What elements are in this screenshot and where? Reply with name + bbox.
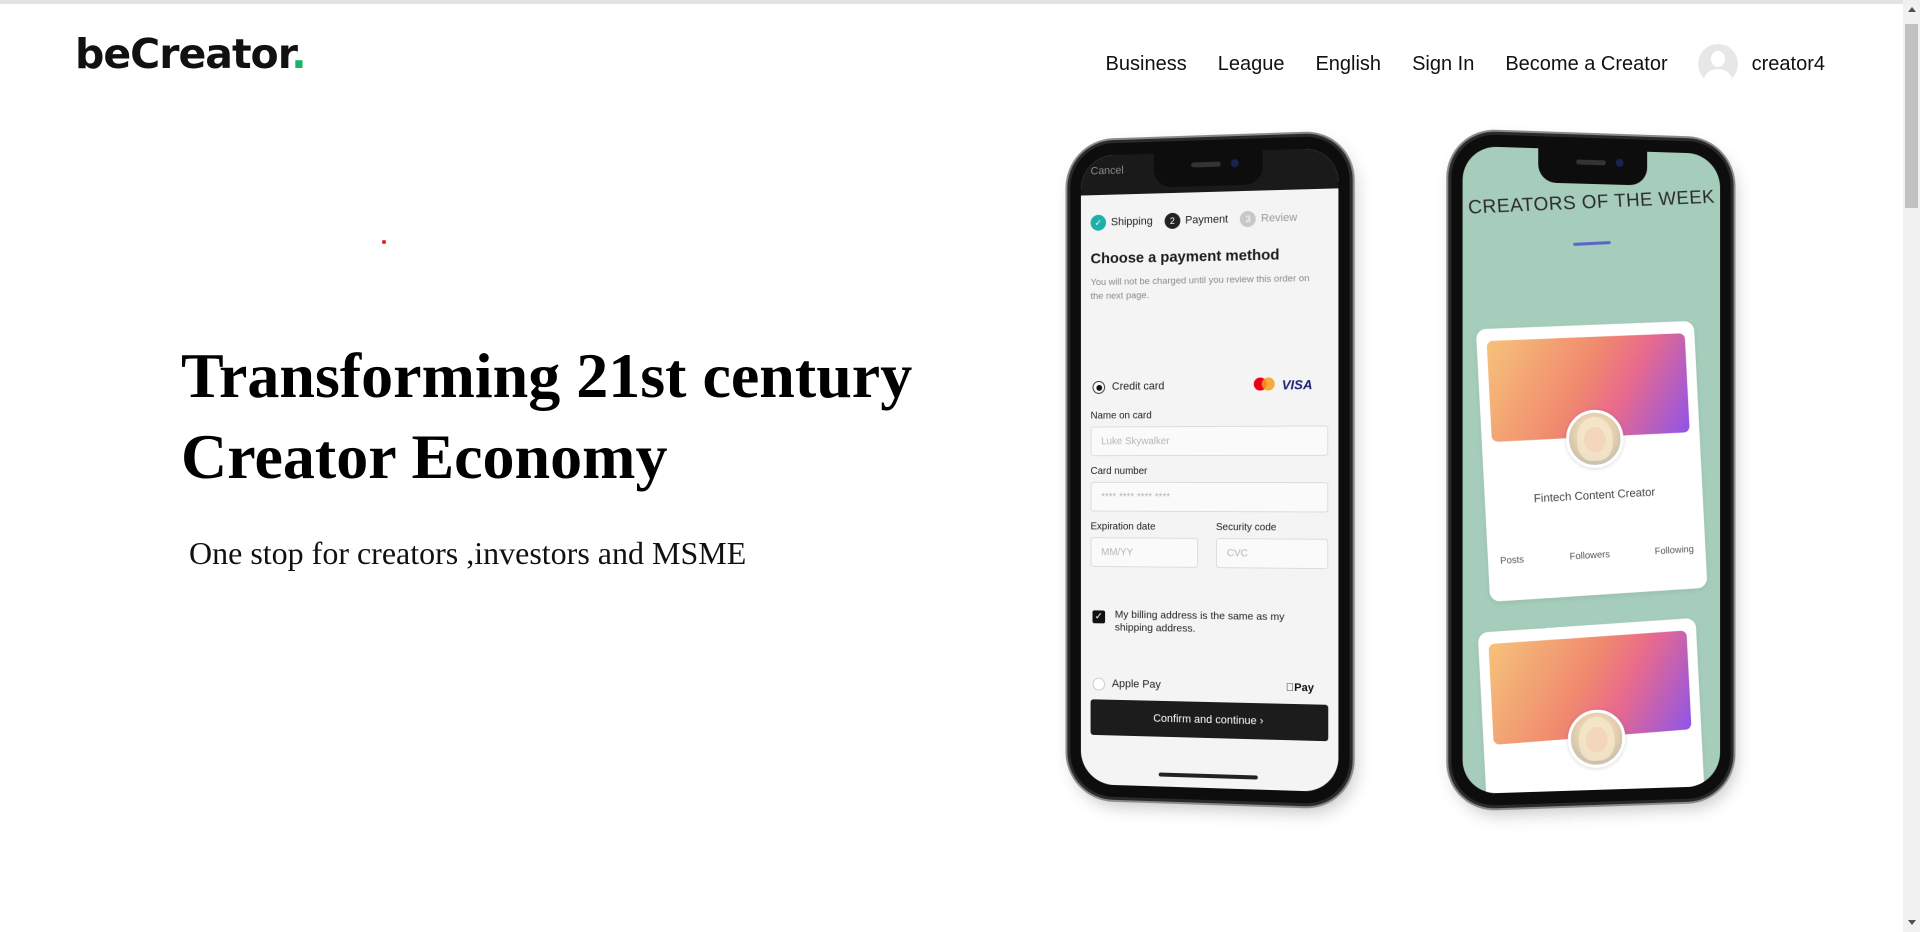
hero-headline: Transforming 21st century Creator Econom… [181,335,961,497]
nav-league[interactable]: League [1218,53,1285,76]
cancel-link: Cancel [1090,164,1124,178]
top-nav: Business League English Sign In Become a… [1075,44,1825,84]
apple-pay-logo-text: Pay [1285,681,1314,695]
stat-following: Following [1654,543,1695,558]
step-label: Review [1261,211,1298,225]
home-indicator [1158,772,1258,780]
red-dot-decoration [382,240,386,244]
nav-become-creator[interactable]: Become a Creator [1505,53,1667,76]
scroll-up-arrow-icon[interactable] [1908,7,1916,12]
name-on-card-field: Luke Skywalker [1090,425,1329,457]
step-payment: 2 Payment [1164,211,1229,230]
creator-card [1477,617,1706,795]
step-number: 2 [1164,212,1181,230]
user-menu[interactable]: creator4 [1697,44,1825,84]
heading-underline [1573,241,1611,246]
apple-pay-radio [1092,677,1106,691]
step-label: Payment [1185,213,1229,227]
creator-stats: Posts Followers Following [1500,544,1694,567]
step-review: 3 Review [1240,210,1297,228]
hero-subline: One stop for creators ,investors and MSM… [189,535,747,571]
visa-logo: VISA [1281,377,1313,393]
step-label: Shipping [1110,215,1153,229]
phone-notch [1153,150,1263,188]
payment-method-title: Choose a payment method [1090,246,1280,268]
hero-headline-line1: Transforming 21st century [181,340,913,411]
confirm-continue-button: Confirm and continue › [1090,699,1329,742]
card-number-label: Card number [1090,466,1148,477]
credit-card-label: Credit card [1111,380,1165,393]
nav-language[interactable]: English [1315,53,1381,76]
nav-sign-in[interactable]: Sign In [1412,53,1474,76]
creator-role: Fintech Content Creator [1533,486,1656,506]
step-number: 3 [1240,210,1257,228]
expiration-field: MM/YY [1090,537,1199,568]
credit-card-radio [1092,380,1106,394]
check-icon: ✓ [1090,214,1107,231]
expiration-label: Expiration date [1090,521,1156,533]
name-on-card-label: Name on card [1090,410,1152,422]
hero-headline-line2: Creator Economy [181,421,668,492]
phone-mockup-creators: CREATORS OF THE WEEK Fintech Content Cre… [1451,133,1731,807]
scroll-down-arrow-icon[interactable] [1908,920,1916,925]
mastercard-icon [1253,377,1276,391]
creators-heading: CREATORS OF THE WEEK [1467,186,1716,219]
brand-dot: . [291,30,307,78]
billing-label: My billing address is the same as my shi… [1114,608,1285,635]
nav-business[interactable]: Business [1106,53,1187,76]
payment-note: You will not be charged until you review… [1090,273,1310,303]
security-code-label: Security code [1215,522,1277,534]
checkout-steps: ✓ Shipping 2 Payment 3 Review [1090,209,1310,231]
apple-pay-label: Apple Pay [1111,677,1161,691]
card-number-field: **** **** **** **** [1090,481,1329,513]
scrollbar-thumb[interactable] [1905,24,1918,208]
top-border [0,0,1920,4]
security-code-field: CVC [1215,538,1329,570]
creator-card: Fintech Content Creator Posts Followers … [1475,320,1708,602]
apple-pay-logo: Pay [1286,682,1314,695]
payment-screen: Cancel ✓ Shipping 2 Payment 3 Review Cho… [1080,147,1339,793]
page-scrollbar[interactable] [1903,0,1920,932]
phone-mockup-payment: Cancel ✓ Shipping 2 Payment 3 Review Cho… [1070,135,1350,805]
billing-checkbox: ✓ [1092,610,1106,624]
stat-followers: Followers [1569,549,1611,563]
phone-notch [1538,148,1648,186]
stat-posts: Posts [1499,554,1525,567]
user-name[interactable]: creator4 [1752,53,1825,76]
brand-name: beCreator [75,30,292,78]
brand-logo[interactable]: beCreator. [75,30,307,78]
step-shipping: ✓ Shipping [1090,213,1153,231]
creators-screen: CREATORS OF THE WEEK Fintech Content Cre… [1462,145,1721,795]
user-avatar-icon [1697,44,1738,84]
